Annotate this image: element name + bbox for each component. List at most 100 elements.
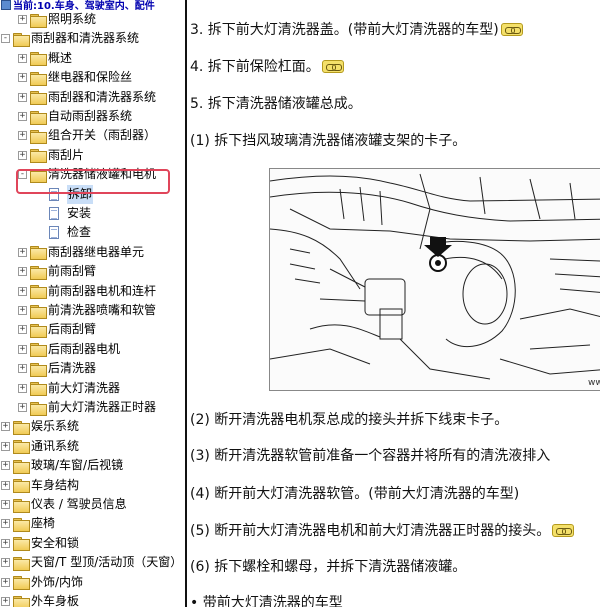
tree-item-label: 后雨刮器电机 — [48, 341, 121, 356]
tree-item[interactable]: + 车身结构 — [1, 476, 79, 495]
tree-item[interactable]: + 前大灯清洗器正时器 — [18, 398, 156, 417]
collapse-icon[interactable]: - — [1, 34, 10, 44]
expand-icon[interactable]: + — [18, 150, 27, 160]
expand-icon[interactable]: + — [1, 422, 10, 432]
folder-icon — [13, 459, 30, 474]
expand-icon[interactable]: + — [1, 577, 10, 587]
expand-icon[interactable]: + — [18, 325, 27, 335]
expand-icon[interactable]: + — [18, 112, 27, 121]
tree-item[interactable]: + 雨刮片 — [18, 146, 84, 165]
tree-item-label: 玻璃/车窗/后视镜 — [31, 458, 124, 473]
tree-item[interactable]: 检查 — [49, 223, 91, 242]
expand-icon[interactable]: + — [18, 403, 27, 412]
folder-icon — [13, 537, 30, 552]
expand-icon[interactable]: + — [1, 597, 10, 606]
expand-icon[interactable]: + — [1, 461, 10, 471]
folder-icon — [13, 440, 30, 455]
procedure-step: (1) 拆下挡风玻璃清洗器储液罐支架的卡子。 — [190, 132, 466, 150]
tree-item[interactable]: + 天窗/T 型顶/活动顶（天窗） — [1, 553, 182, 572]
tree-item[interactable]: + 前清洗器喷嘴和软管 — [18, 301, 156, 320]
expand-icon[interactable]: + — [18, 306, 27, 315]
folder-icon — [30, 129, 47, 144]
tree-item[interactable]: + 照明系统 — [18, 10, 96, 29]
tree-item[interactable]: + 仪表 / 驾驶员信息 — [1, 495, 127, 514]
expand-icon[interactable]: + — [18, 247, 27, 257]
expand-icon[interactable]: + — [1, 480, 10, 490]
procedure-step: (3) 断开清洗器软管前准备一个容器并将所有的清洗液排入 — [190, 447, 550, 465]
step-text: (3) 断开清洗器软管前准备一个容器并将所有的清洗液排入 — [190, 448, 551, 464]
expand-icon[interactable]: + — [18, 53, 27, 63]
reference-link-icon[interactable] — [321, 60, 344, 73]
step-text: 4. 拆下前保险杠面。 — [190, 59, 320, 75]
expand-icon[interactable]: + — [1, 519, 10, 529]
folder-icon — [30, 149, 47, 164]
step-text: • 带前大灯清洗器的车型 — [190, 595, 343, 607]
tree-item[interactable]: + 座椅 — [1, 514, 55, 533]
expand-icon[interactable]: + — [18, 15, 27, 24]
tree-item[interactable]: + 外车身板 — [1, 592, 79, 607]
tree-item[interactable]: + 雨刮器和清洗器系统 — [18, 88, 156, 107]
tree-item-label: 后雨刮臂 — [48, 322, 97, 337]
tree-item[interactable]: + 前大灯清洗器 — [18, 379, 120, 398]
tree-item-label: 前雨刮臂 — [48, 264, 97, 279]
tree-item[interactable]: + 前雨刮臂 — [18, 262, 96, 281]
tree-item-label: 雨刮器和清洗器系统 — [31, 31, 140, 46]
tree-item[interactable]: + 概述 — [18, 49, 72, 68]
tree-item[interactable]: + 安全和锁 — [1, 534, 79, 553]
tree-item[interactable]: 安装 — [49, 204, 91, 223]
repair-diagram: ww- — [269, 168, 600, 391]
reference-link-icon[interactable] — [500, 23, 523, 36]
expand-icon[interactable]: + — [18, 92, 27, 102]
expand-icon[interactable]: + — [18, 73, 27, 83]
tree-item-label: 自动雨刮器系统 — [48, 109, 133, 123]
expand-icon[interactable]: + — [18, 131, 27, 141]
step-text: (4) 断开前大灯清洗器软管。(带前大灯清洗器的车型) — [190, 486, 520, 502]
expand-icon[interactable]: + — [1, 441, 10, 451]
reference-link-icon[interactable] — [552, 524, 575, 537]
tree-item[interactable]: + 组合开关（雨刮器） — [18, 126, 156, 145]
tree-item-label: 组合开关（雨刮器） — [48, 128, 157, 143]
folder-icon — [30, 304, 47, 319]
expand-icon[interactable]: + — [1, 558, 10, 568]
navigation-tree: 当前:10.车身、驾驶室内、配件 + 照明系统 - 雨刮器和清洗器系统 + 概述 + 继电器和… — [0, 0, 185, 607]
tree-item[interactable]: - 雨刮器和清洗器系统 — [1, 29, 139, 48]
tree-item[interactable]: + 外饰/内饰 — [1, 573, 83, 592]
folder-icon — [30, 246, 47, 261]
tree-item[interactable]: + 娱乐系统 — [1, 417, 79, 436]
expand-icon[interactable]: + — [18, 383, 27, 393]
tree-item[interactable]: + 后清洗器 — [18, 359, 96, 378]
tree-item-label: 仪表 / 驾驶员信息 — [31, 497, 127, 511]
folder-icon — [30, 265, 47, 280]
tree-item[interactable]: + 通讯系统 — [1, 437, 79, 456]
expand-icon[interactable]: + — [18, 286, 27, 296]
procedure-step: 3. 拆下前大灯清洗器盖。(带前大灯清洗器的车型) — [190, 21, 523, 39]
expand-icon[interactable]: + — [1, 500, 10, 509]
expand-icon[interactable]: + — [18, 267, 27, 277]
expand-icon[interactable]: + — [1, 538, 10, 548]
procedure-step: (5) 断开前大灯清洗器电机和前大灯清洗器正时器的接头。 — [190, 522, 575, 540]
tree-item[interactable]: + 自动雨刮器系统 — [18, 107, 132, 126]
tree-item[interactable]: + 前雨刮器电机和连杆 — [18, 282, 156, 301]
step-text: (6) 拆下螺栓和螺母，并拆下清洗器储液罐。 — [190, 559, 467, 575]
tree-item-label: 通讯系统 — [31, 438, 80, 453]
highlight-box — [16, 169, 170, 194]
tree-item[interactable]: + 雨刮器继电器单元 — [18, 243, 144, 262]
tree-item[interactable]: + 继电器和保险丝 — [18, 68, 132, 87]
folder-icon — [30, 91, 47, 106]
procedure-step: 4. 拆下前保险杠面。 — [190, 58, 344, 76]
folder-icon — [13, 420, 30, 435]
tree-item-label: 检查 — [67, 225, 92, 240]
tree-item-label: 前大灯清洗器 — [48, 380, 121, 395]
tree-item[interactable]: + 后雨刮臂 — [18, 320, 96, 339]
expand-icon[interactable]: + — [18, 364, 27, 374]
tree-item[interactable]: + 后雨刮器电机 — [18, 340, 120, 359]
tree-item[interactable]: + 玻璃/车窗/后视镜 — [1, 456, 123, 475]
procedure-step: (2) 断开清洗器电机泵总成的接头并拆下线束卡子。 — [190, 411, 508, 429]
procedure-step: • 带前大灯清洗器的车型 — [190, 594, 343, 607]
tree-item-label: 雨刮器和清洗器系统 — [48, 89, 157, 104]
tree-item-label: 前清洗器喷嘴和软管 — [48, 303, 157, 317]
folder-icon — [30, 382, 47, 397]
expand-icon[interactable]: + — [18, 344, 27, 354]
tree-item-label: 天窗/T 型顶/活动顶（天窗） — [31, 555, 183, 570]
tree-item-label: 前大灯清洗器正时器 — [48, 400, 157, 414]
